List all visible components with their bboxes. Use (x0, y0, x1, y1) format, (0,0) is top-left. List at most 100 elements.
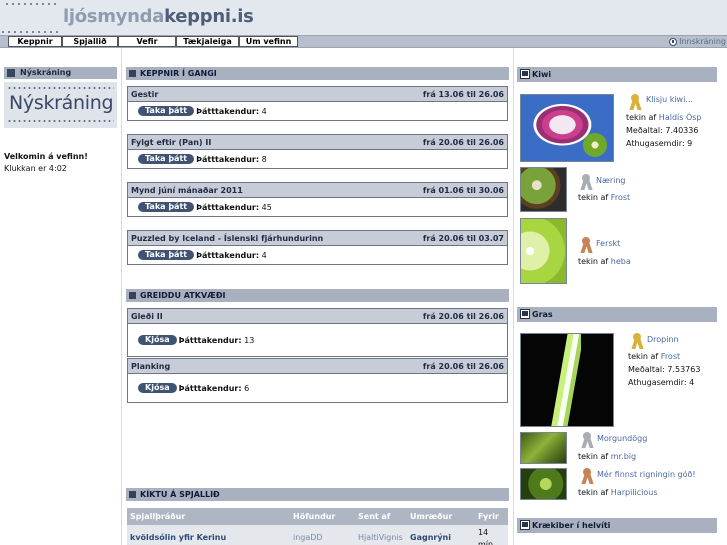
photo-thumbnail[interactable] (520, 167, 567, 212)
category-title: Krækiber í helvíti (532, 521, 611, 530)
photographer-link[interactable]: Harpilicious (611, 488, 658, 497)
running-competitions-heading: KEPPNIR Í GANGI (126, 67, 509, 80)
average-score: 7.53763 (667, 365, 701, 374)
gold-ribbon-icon (630, 333, 644, 349)
silver-ribbon-icon (579, 174, 593, 190)
competition-dates: frá 13.06 til 26.06 (422, 89, 504, 99)
category-heading-gras[interactable]: Gras (517, 307, 717, 322)
join-button[interactable]: Taka þátt (138, 154, 195, 164)
vote-button[interactable]: Kjósa (138, 383, 177, 393)
photographer-link[interactable]: Haldís Ósp (659, 113, 702, 122)
join-button[interactable]: Taka þátt (138, 250, 195, 260)
participants-label: Þátttakendur: (178, 383, 242, 393)
photo-title-link[interactable]: Klisju kiwi... (646, 95, 693, 104)
vote-button[interactable]: Kjósa (138, 335, 177, 345)
competition-title[interactable]: Mynd júní mánaðar 2011 (131, 186, 243, 195)
running-heading-label: KEPPNIR Í GANGI (140, 69, 217, 78)
photo-thumbnail[interactable] (520, 333, 614, 427)
join-button[interactable]: Taka þátt (138, 106, 195, 116)
photo-title-link[interactable]: Næring (596, 176, 626, 185)
author-link[interactable]: ingaDD (293, 527, 358, 542)
comments-label: Athugasemdir: (626, 139, 685, 148)
category-heading-kraekiber[interactable]: Krækiber í helvíti (517, 518, 717, 533)
bronze-ribbon-icon (579, 237, 593, 253)
photo-thumbnail[interactable] (520, 94, 614, 162)
participants-label: Þátttakendur: (196, 106, 260, 116)
kiwi-slice (583, 133, 607, 157)
competition-title[interactable]: Fylgt eftir (Pan) II (131, 138, 211, 147)
nav-item-um-vefinn[interactable]: Um vefinn (239, 36, 298, 47)
voting-card: Gleði II frá 20.06 til 26.06 Kjósa Þátttak… (127, 308, 508, 357)
comment-count: 4 (689, 378, 695, 387)
by-label: tekin af (578, 488, 609, 497)
competition-card: Gestir frá 13.06 til 26.06 Taka þátt Þáttt… (127, 86, 508, 121)
photo-title-link[interactable]: Morgundögg (597, 434, 647, 443)
time-ago: 14 mín (478, 528, 494, 545)
forum-heading-label: KÍKTU Á SPJALLIÐ (140, 490, 220, 499)
column-divider (513, 48, 514, 545)
participants-count: 8 (261, 154, 267, 164)
site-header: ljósmyndakeppni.is (0, 0, 727, 35)
by-label: tekin af (578, 452, 609, 461)
silver-ribbon-icon (580, 432, 594, 448)
avg-label: Meðaltal: (626, 126, 663, 135)
main-nav: Keppnir Spjallið Vefir Tækjaleiga Um vef… (0, 35, 727, 48)
photographer-link[interactable]: Frost (611, 193, 630, 202)
col-ago: Fyrir (478, 512, 499, 521)
by-label: tekin af (626, 113, 657, 122)
nav-item-keppnir[interactable]: Keppnir (8, 36, 62, 47)
square-icon (129, 292, 136, 299)
site-logo[interactable]: ljósmyndakeppni.is (63, 6, 254, 27)
login-label: Innskráning (679, 37, 726, 46)
competition-title[interactable]: Gleði II (131, 312, 163, 321)
nav-item-taekjaleiga[interactable]: Tækjaleiga (176, 36, 239, 47)
discussion-link[interactable]: Gagnrýni (410, 527, 478, 542)
photographer-link[interactable]: mr.big (611, 452, 636, 461)
photo-title-link[interactable]: Mér finnst rigningin góð! (597, 470, 696, 479)
competition-title[interactable]: Puzzled by Iceland - Íslenski fjárhundur… (131, 234, 323, 243)
photo-info: tekin af mr.big (578, 450, 636, 463)
photo-title-link[interactable]: Dropinn (647, 335, 679, 344)
join-button[interactable]: Taka þátt (138, 202, 195, 212)
logo-part2: keppni.is (164, 6, 254, 27)
photo-title-link[interactable]: Ferskt (596, 239, 620, 248)
nav-item-vefir[interactable]: Vefir (118, 36, 176, 47)
category-heading-kiwi[interactable]: Kiwi (517, 67, 717, 82)
sent-by-link[interactable]: HjaltiVignis (358, 527, 410, 542)
participants-count: 4 (261, 250, 267, 260)
forum-table-header: Spjallþráður Höfundur Sent af Umræður Fy… (127, 508, 508, 525)
competition-card: Fylgt eftir (Pan) II frá 20.06 til 26.06 … (127, 134, 508, 169)
competition-dates: frá 20.06 til 26.06 (422, 311, 504, 321)
photographer-link[interactable]: Frost (661, 352, 680, 361)
competition-title[interactable]: Planking (131, 362, 170, 371)
category-title: Kiwi (532, 70, 552, 79)
square-icon (7, 69, 15, 77)
table-row: kvöldsólin yfir Kerinu ingaDD HjaltiVign… (127, 525, 508, 545)
photo-thumbnail[interactable] (520, 468, 567, 500)
thread-link[interactable]: kvöldsólin yfir Kerinu (127, 527, 293, 542)
logo-part1: ljósmynda (63, 6, 165, 27)
photo-thumbnail[interactable] (520, 218, 567, 284)
gold-ribbon-icon (628, 94, 642, 110)
col-discussion: Umræður (410, 512, 453, 521)
header-dots-decoration (4, 1, 56, 6)
participants-label: Þátttakendur: (196, 154, 260, 164)
photographer-link[interactable]: heba (611, 257, 631, 266)
competition-card: Puzzled by Iceland - Íslenski fjárhundur… (127, 230, 508, 265)
competition-card: Mynd júní mánaðar 2011 frá 01.06 til 30.0… (127, 182, 508, 217)
photo-info: tekin af Haldís Ósp Meðaltal: 7.40336 At… (626, 111, 702, 150)
login-link[interactable]: Innskráning (669, 37, 726, 46)
competition-title[interactable]: Gestir (131, 90, 158, 99)
welcome-text: Velkomin á vefinn! (4, 152, 88, 161)
category-icon (520, 69, 530, 79)
signup-banner[interactable]: Nýskráning (4, 82, 117, 128)
signup-heading: Nýskráning (4, 67, 117, 79)
voting-heading-label: GREIDDU ATKVÆÐI (140, 291, 226, 300)
category-icon (520, 309, 530, 319)
by-label: tekin af (628, 352, 659, 361)
nav-item-spjallid[interactable]: Spjallið (62, 36, 118, 47)
bronze-ribbon-icon (580, 468, 594, 484)
photo-thumbnail[interactable] (520, 432, 567, 464)
column-divider (121, 48, 122, 545)
forum-heading: KÍKTU Á SPJALLIÐ (126, 488, 509, 501)
